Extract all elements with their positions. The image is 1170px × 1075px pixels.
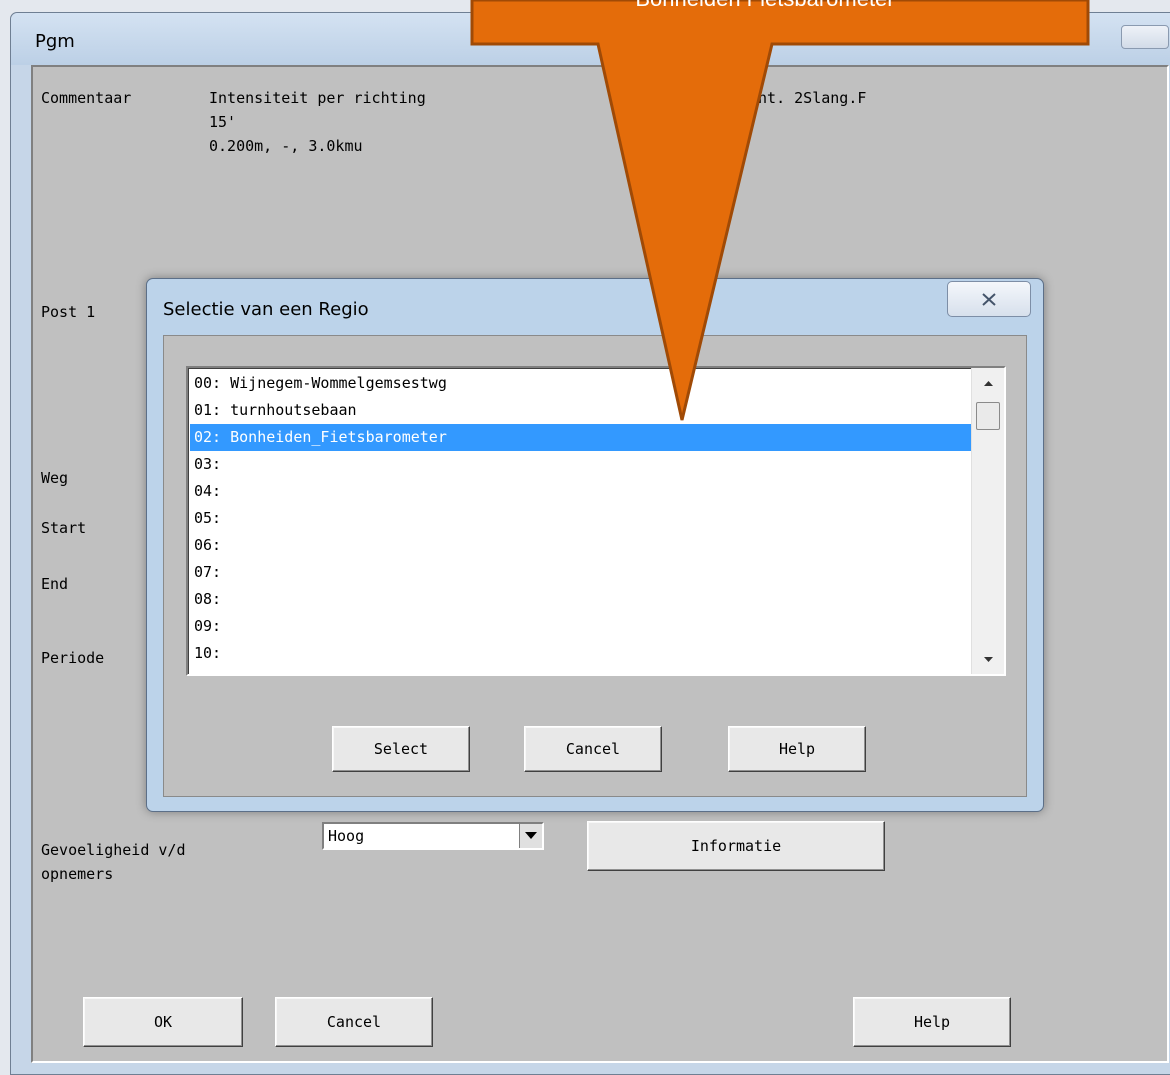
dialog-body: 00: Wijnegem-Wommelgemsestwg 01: turnhout… xyxy=(163,335,1027,797)
list-item[interactable]: 09: xyxy=(190,613,972,640)
dropdown-arrow-button[interactable] xyxy=(519,824,542,848)
scroll-down-icon xyxy=(983,656,993,662)
window-close-button[interactable] xyxy=(1121,25,1169,49)
list-item[interactable]: 05: xyxy=(190,505,972,532)
list-item[interactable]: 01: turnhoutsebaan xyxy=(190,397,972,424)
list-item[interactable]: 00: Wijnegem-Wommelgemsestwg xyxy=(190,370,972,397)
sensitivity-label-2: opnemers xyxy=(41,865,114,883)
dropdown-arrow-icon xyxy=(525,832,537,839)
dropdown-value: Hoog xyxy=(328,827,365,845)
dialog-close-button[interactable] xyxy=(947,281,1031,317)
select-button[interactable]: Select xyxy=(332,726,470,772)
informatie-button[interactable]: Informatie xyxy=(587,821,885,871)
sensitivity-dropdown[interactable]: Hoog xyxy=(322,822,544,850)
list-item[interactable]: 07: xyxy=(190,559,972,586)
help-button[interactable]: Help xyxy=(853,997,1011,1047)
region-listbox[interactable]: 00: Wijnegem-Wommelgemsestwg 01: turnhout… xyxy=(186,366,1006,676)
weg-label: Weg xyxy=(41,469,69,487)
callout-text: Bonheiden Fietsbarometer xyxy=(470,0,1060,12)
end-label: End xyxy=(41,575,69,593)
start-label: Start xyxy=(41,519,87,537)
list-item[interactable]: 10: xyxy=(190,640,972,667)
scroll-up-button[interactable] xyxy=(972,368,1004,398)
dialog-cancel-button[interactable]: Cancel xyxy=(524,726,662,772)
comment-line-1-right: cht. 2Slang.F xyxy=(749,89,867,107)
scroll-up-icon xyxy=(983,380,993,386)
main-titlebar[interactable]: Pgm xyxy=(11,13,1170,65)
dialog-title: Selectie van een Regio xyxy=(163,299,369,320)
list-item[interactable]: 04: xyxy=(190,478,972,505)
comment-line-1: Intensiteit per richting xyxy=(209,89,426,107)
periode-label: Periode xyxy=(41,649,105,667)
cancel-button[interactable]: Cancel xyxy=(275,997,433,1047)
comment-line-2: 15' xyxy=(209,113,237,131)
region-select-dialog: Selectie van een Regio 00: Wijnegem-Womm… xyxy=(146,278,1044,812)
close-icon xyxy=(982,292,996,306)
post-label: Post 1 xyxy=(41,303,96,321)
list-item[interactable]: 02: Bonheiden_Fietsbarometer xyxy=(190,424,972,451)
scroll-down-button[interactable] xyxy=(972,644,1004,674)
listbox-scrollbar[interactable] xyxy=(971,368,1004,674)
dialog-help-button[interactable]: Help xyxy=(728,726,866,772)
sensitivity-label: Gevoeligheid v/d xyxy=(41,841,186,859)
comment-label: Commentaar xyxy=(41,89,132,107)
scrollbar-thumb[interactable] xyxy=(976,402,1000,430)
list-item[interactable]: 06: xyxy=(190,532,972,559)
list-item[interactable]: 08: xyxy=(190,586,972,613)
comment-line-3: 0.200m, -, 3.0kmu xyxy=(209,137,363,155)
window-title: Pgm xyxy=(35,31,75,52)
ok-button[interactable]: OK xyxy=(83,997,243,1047)
list-item[interactable]: 03: xyxy=(190,451,972,478)
